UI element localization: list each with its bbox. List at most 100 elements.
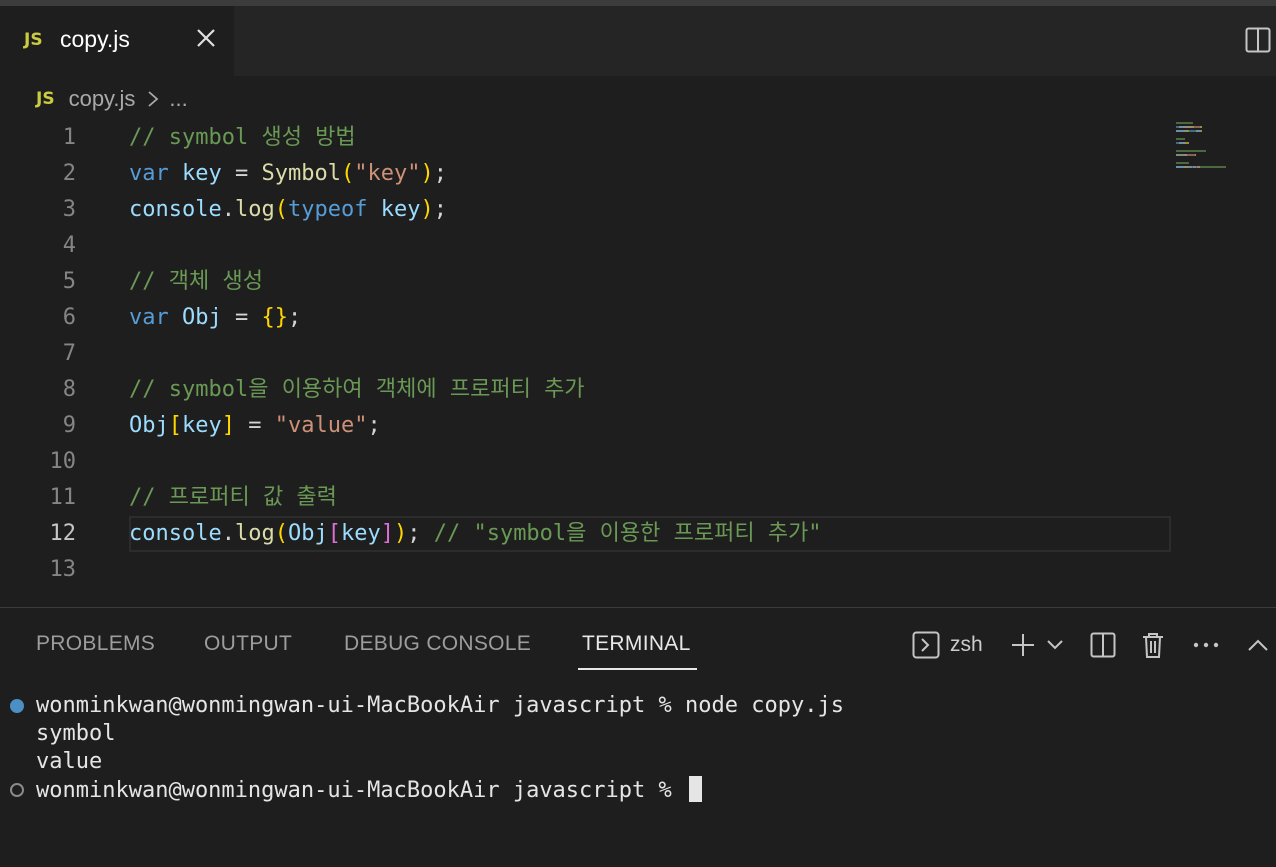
code-token: // "symbol을 이용한 프로퍼티 추가" <box>433 521 822 546</box>
command-success-marker[interactable] <box>10 699 24 713</box>
code-text: console.log(Obj[key]); // "symbol을 이용한 프… <box>129 516 822 552</box>
chevron-right-icon <box>147 90 159 108</box>
minimap[interactable] <box>1174 120 1274 180</box>
bottom-panel: PROBLEMS OUTPUT DEBUG CONSOLE TERMINAL z… <box>0 607 1276 867</box>
code-token: key <box>340 521 381 546</box>
terminal-icon <box>912 631 940 659</box>
code-token: Obj <box>182 305 222 330</box>
code-token: typeof <box>287 197 368 222</box>
code-text: var Obj = {}; <box>129 300 301 336</box>
ellipsis-icon[interactable] <box>1190 628 1222 662</box>
code-line[interactable]: 6 var Obj = {}; <box>0 300 1170 336</box>
minimap-mark <box>1195 154 1196 156</box>
terminal-line: symbol <box>36 720 115 748</box>
breadcrumb: JS copy.js ... <box>36 84 188 114</box>
split-terminal-icon[interactable] <box>1088 628 1118 662</box>
code-token: [ <box>168 413 182 438</box>
code-line[interactable]: 3 console.log(typeof key); <box>0 192 1170 228</box>
terminal-shell-selector[interactable]: zsh <box>912 628 996 662</box>
minimap-mark <box>1176 150 1206 152</box>
code-line[interactable]: 12 console.log(Obj[key]); // "symbol을 이용한… <box>0 516 1171 552</box>
chevron-down-icon[interactable] <box>1044 628 1066 662</box>
breadcrumb-more[interactable]: ... <box>169 86 187 112</box>
line-number: 3 <box>62 197 76 222</box>
code-line[interactable]: 4 <box>0 228 1170 264</box>
code-token: var <box>129 305 169 330</box>
code-line[interactable]: 5 // 객체 생성 <box>0 264 1170 300</box>
code-token: = <box>221 161 262 186</box>
code-token: ] <box>221 413 235 438</box>
code-line[interactable]: 13 <box>0 552 1170 588</box>
minimap-mark <box>1187 154 1195 156</box>
code-token: ( <box>274 197 288 222</box>
code-token: Obj <box>287 521 328 546</box>
code-token: log <box>234 197 275 222</box>
line-number: 2 <box>62 161 76 186</box>
code-line[interactable]: 8 // symbol을 이용하여 객체에 프로퍼티 추가 <box>0 372 1170 408</box>
code-editor[interactable]: 1 // symbol 생성 방법 2 var key = Symbol("key")… <box>0 120 1171 600</box>
code-token: ; <box>433 161 447 186</box>
code-text: console.log(typeof key); <box>129 192 447 228</box>
editor-tab-copy-js[interactable]: JS copy.js <box>0 6 234 76</box>
line-number: 7 <box>62 341 76 366</box>
plus-icon[interactable] <box>1008 628 1038 662</box>
code-token: key <box>182 413 222 438</box>
code-token: ) <box>420 161 434 186</box>
line-number: 4 <box>62 233 76 258</box>
chevron-up-icon[interactable] <box>1244 628 1272 662</box>
code-text: var key = Symbol("key"); <box>129 156 447 192</box>
code-token: = <box>221 305 262 330</box>
line-number: 13 <box>49 557 77 582</box>
code-token: . <box>221 197 235 222</box>
minimap-mark <box>1201 130 1202 132</box>
code-text: Obj[key] = "value"; <box>129 408 381 444</box>
code-line[interactable]: 7 <box>0 336 1170 372</box>
breadcrumb-file[interactable]: copy.js <box>69 86 136 112</box>
split-editor-icon[interactable] <box>1244 26 1272 54</box>
minimap-mark <box>1189 130 1196 132</box>
line-number: 1 <box>62 125 76 150</box>
tab-problems[interactable]: PROBLEMS <box>36 632 155 656</box>
code-token: Obj <box>129 413 169 438</box>
tab-output[interactable]: OUTPUT <box>204 632 292 656</box>
minimap-mark <box>1200 166 1226 168</box>
code-text: // symbol 생성 방법 <box>129 120 356 156</box>
code-token: ; <box>433 197 447 222</box>
code-token: // 프로퍼티 값 출력 <box>129 485 337 510</box>
minimap-mark <box>1176 138 1185 140</box>
minimap-mark <box>1176 130 1184 132</box>
code-line[interactable]: 10 <box>0 444 1170 480</box>
tab-debug-console[interactable]: DEBUG CONSOLE <box>344 632 531 656</box>
minimap-mark <box>1186 126 1193 128</box>
tab-label: copy.js <box>60 26 130 52</box>
tab-terminal[interactable]: TERMINAL <box>582 632 691 656</box>
code-token: console <box>129 197 222 222</box>
js-file-icon: JS <box>24 30 43 50</box>
code-line[interactable]: 9 Obj[key] = "value"; <box>0 408 1170 444</box>
terminal-line: wonminkwan@wonmingwan-ui-MacBookAir java… <box>36 776 703 805</box>
active-tab-indicator <box>578 668 697 670</box>
code-token: ; <box>367 413 381 438</box>
command-pending-marker[interactable] <box>10 783 24 797</box>
code-token: key <box>380 197 421 222</box>
terminal-line: value <box>36 748 102 776</box>
code-token: key <box>182 161 222 186</box>
close-icon[interactable] <box>192 24 220 52</box>
terminal-text: symbol <box>36 721 116 746</box>
code-line[interactable]: 1 // symbol 생성 방법 <box>0 120 1170 156</box>
code-line[interactable]: 2 var key = Symbol("key"); <box>0 156 1170 192</box>
line-number: 5 <box>62 269 76 294</box>
terminal-cursor <box>689 776 703 802</box>
line-number: 8 <box>62 377 76 402</box>
code-line[interactable]: 11 // 프로퍼티 값 출력 <box>0 480 1170 516</box>
minimap-mark <box>1188 142 1189 144</box>
code-token: // symbol 생성 방법 <box>129 125 356 150</box>
trash-icon[interactable] <box>1138 628 1168 662</box>
code-token: = <box>235 413 275 438</box>
code-token: [ <box>327 521 341 546</box>
code-token: ; <box>288 305 302 330</box>
js-file-icon: JS <box>36 89 55 109</box>
